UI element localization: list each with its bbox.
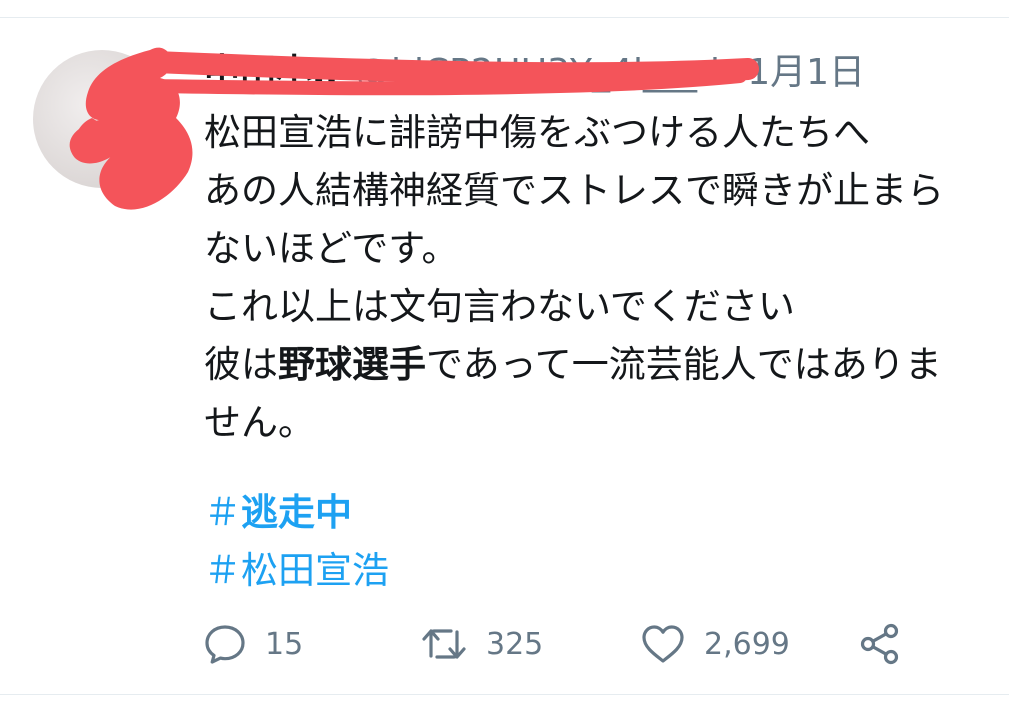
retweet-button[interactable]: 325 — [420, 618, 543, 670]
tweet-text-line: せん。 — [204, 401, 315, 444]
retweet-count: 325 — [486, 626, 544, 662]
top-divider — [0, 17, 1009, 18]
tweet-text-line: 松田宣浩に誹謗中傷をぶつける人たちへ — [204, 111, 870, 154]
hash-symbol: ＃ — [204, 491, 241, 534]
tweet-text-line: 彼は野球選手であって一流芸能人ではありま — [204, 336, 1009, 394]
like-count: 2,699 — [704, 626, 790, 662]
bottom-divider — [0, 694, 1009, 695]
tweet-text-line: これ以上は文句言わないでください — [204, 285, 795, 328]
text-segment: であって一流芸能人ではありま — [426, 343, 942, 386]
avatar[interactable] — [33, 50, 171, 188]
heart-icon — [640, 622, 686, 666]
tweet-text: 松田宣浩に誹謗中傷をぶつける人たちへ あの人結構神経質でストレスで瞬きが止まら … — [204, 104, 1009, 452]
like-button[interactable]: 2,699 — [640, 618, 790, 670]
separator-dot: · — [727, 52, 740, 93]
tweet-text-line: あの人結構神経質でストレスで瞬きが止まら — [204, 169, 944, 212]
hashtag-list: ＃逃走中 ＃松田宣浩 — [204, 484, 389, 600]
share-button[interactable] — [858, 618, 902, 670]
reply-icon — [203, 622, 247, 666]
hashtag-text: 松田宣浩 — [241, 549, 389, 592]
text-segment: 彼は — [204, 343, 278, 386]
hashtag-link-matsuda[interactable]: ＃松田宣浩 — [204, 542, 389, 600]
user-handle[interactable]: @hiCP2HU3Y_4l___d — [355, 48, 720, 98]
reply-count: 15 — [265, 626, 304, 662]
hashtag-text: 逃走中 — [241, 491, 352, 534]
display-name[interactable]: 中田小Jr — [204, 48, 343, 98]
retweet-icon — [420, 622, 468, 666]
hashtag-link-tousouchuu[interactable]: ＃逃走中 — [204, 484, 389, 542]
tweet-text-line: ないほどです。 — [204, 227, 459, 270]
share-icon — [858, 622, 902, 666]
hash-symbol: ＃ — [204, 549, 241, 592]
reply-button[interactable]: 15 — [203, 618, 303, 670]
bold-text: 野球選手 — [278, 343, 426, 386]
tweet-header: 中田小Jr @hiCP2HU3Y_4l___d · 1月1日 — [204, 48, 865, 98]
tweet-date[interactable]: 1月1日 — [747, 48, 865, 98]
